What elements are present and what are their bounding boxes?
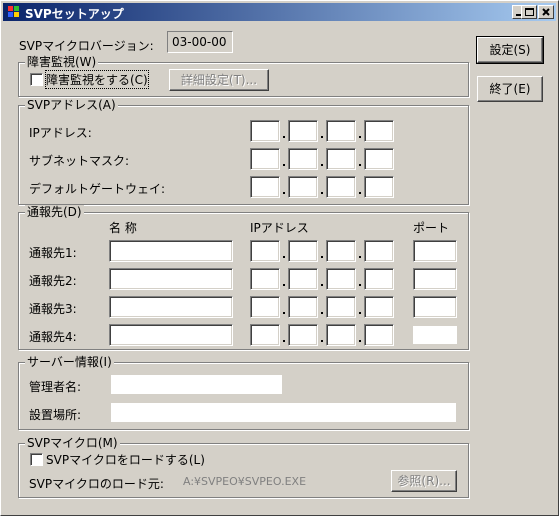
- ip-dot: [283, 284, 285, 286]
- gateway-octet-4[interactable]: [364, 176, 394, 198]
- destination-2-ip-octet-1[interactable]: [250, 268, 280, 290]
- destination-2-port-input[interactable]: [413, 268, 457, 290]
- gateway-dot: [321, 192, 323, 194]
- maximize-icon: [525, 8, 534, 16]
- admin-name-label: 管理者名:: [29, 380, 82, 394]
- svp-micro-legend: SVPマイクロ(M): [25, 436, 120, 450]
- col-port-header: ポート: [413, 221, 450, 235]
- monitoring-legend: 障害監視(W): [25, 55, 99, 69]
- destination-4-ip-octet-4[interactable]: [364, 324, 394, 346]
- server-info-legend: サーバー情報(I): [25, 355, 114, 369]
- destination-4-ip-octet-1[interactable]: [250, 324, 280, 346]
- destination-3-ip-octet-2[interactable]: [288, 296, 318, 318]
- destination-4-ip-octet-2[interactable]: [288, 324, 318, 346]
- destination-3-label: 通報先3:: [29, 302, 77, 316]
- ip-address-label: IPアドレス:: [29, 126, 92, 140]
- subnet-octet-2[interactable]: [288, 148, 318, 170]
- monitoring-checkbox[interactable]: [30, 73, 43, 86]
- window-title: SVPセットアップ: [25, 7, 124, 21]
- ip-dot: [359, 312, 361, 314]
- ip-dot: [283, 136, 285, 138]
- destination-4-ip-octet-3[interactable]: [326, 324, 356, 346]
- ip-octet-2[interactable]: [288, 120, 318, 142]
- ip-dot: [321, 284, 323, 286]
- gateway-octet-1[interactable]: [250, 176, 280, 198]
- maximize-button[interactable]: [521, 5, 537, 19]
- ip-dot: [321, 312, 323, 314]
- gateway-octet-3[interactable]: [326, 176, 356, 198]
- subnet-octet-3[interactable]: [326, 148, 356, 170]
- setup-button[interactable]: 設定(S): [476, 36, 544, 64]
- destination-4-name-input[interactable]: [109, 324, 233, 346]
- svp-setup-window: SVPセットアップ SVPマイクロバージョン: 03-00-00 設定(S) 終…: [0, 0, 559, 516]
- destination-1-ip-octet-2[interactable]: [288, 240, 318, 262]
- default-gateway-label: デフォルトゲートウェイ:: [29, 182, 166, 196]
- gateway-octet-2[interactable]: [288, 176, 318, 198]
- destination-3-port-input[interactable]: [413, 296, 457, 318]
- exit-button[interactable]: 終了(E): [477, 76, 543, 102]
- destination-1-ip-octet-1[interactable]: [250, 240, 280, 262]
- load-source-path: A:¥SVPEO¥SVPEO.EXE: [183, 475, 307, 488]
- title-bar[interactable]: SVPセットアップ: [3, 3, 556, 21]
- destination-1-port-input[interactable]: [413, 240, 457, 262]
- close-icon: [542, 8, 550, 16]
- destination-1-label: 通報先1:: [29, 246, 77, 260]
- ip-dot: [359, 340, 361, 342]
- destinations-legend: 通報先(D): [25, 205, 84, 219]
- ip-octet-3[interactable]: [326, 120, 356, 142]
- destination-2-ip-octet-4[interactable]: [364, 268, 394, 290]
- gateway-dot: [283, 192, 285, 194]
- destination-2-label: 通報先2:: [29, 274, 77, 288]
- destination-1-name-input[interactable]: [109, 240, 233, 262]
- load-micro-checkbox-label[interactable]: SVPマイクロをロードする(L): [46, 451, 205, 468]
- close-button[interactable]: [538, 5, 554, 19]
- destination-1-ip-octet-4[interactable]: [364, 240, 394, 262]
- destination-3-ip-octet-3[interactable]: [326, 296, 356, 318]
- app-icon: [8, 6, 19, 17]
- ip-dot: [359, 284, 361, 286]
- subnet-octet-1[interactable]: [250, 148, 280, 170]
- ip-dot: [283, 256, 285, 258]
- destination-3-name-input[interactable]: [109, 296, 233, 318]
- ip-dot: [321, 136, 323, 138]
- destination-2-name-input[interactable]: [109, 268, 233, 290]
- location-label: 設置場所:: [29, 408, 82, 422]
- destination-3-ip-octet-4[interactable]: [364, 296, 394, 318]
- destination-4-label: 通報先4:: [29, 330, 77, 344]
- version-value: 03-00-00: [167, 31, 233, 53]
- destination-3-ip-octet-1[interactable]: [250, 296, 280, 318]
- ip-dot: [321, 256, 323, 258]
- monitoring-checkbox-label[interactable]: 障害監視をする(C): [45, 70, 149, 89]
- subnet-dot: [359, 164, 361, 166]
- ip-octet-1[interactable]: [250, 120, 280, 142]
- location-input[interactable]: [111, 403, 456, 422]
- destination-2-ip-octet-2[interactable]: [288, 268, 318, 290]
- subnet-dot: [283, 164, 285, 166]
- svp-address-legend: SVPアドレス(A): [25, 98, 118, 112]
- subnet-octet-4[interactable]: [364, 148, 394, 170]
- col-name-header: 名 称: [109, 221, 137, 235]
- gateway-dot: [359, 192, 361, 194]
- destinations-group: [18, 212, 469, 350]
- ip-dot: [283, 312, 285, 314]
- ip-dot: [283, 340, 285, 342]
- detail-settings-button[interactable]: 詳細設定(T)...: [169, 69, 269, 91]
- ip-octet-4[interactable]: [364, 120, 394, 142]
- destination-1-ip-octet-3[interactable]: [326, 240, 356, 262]
- col-ip-header: IPアドレス: [250, 221, 309, 235]
- load-micro-checkbox[interactable]: [30, 453, 43, 466]
- ip-dot: [359, 136, 361, 138]
- admin-name-input[interactable]: [111, 375, 282, 394]
- browse-button[interactable]: 参照(R)...: [391, 470, 457, 492]
- load-source-label: SVPマイクロのロード元:: [29, 477, 164, 491]
- destination-4-port-input[interactable]: [413, 326, 457, 344]
- destination-2-ip-octet-3[interactable]: [326, 268, 356, 290]
- subnet-dot: [321, 164, 323, 166]
- ip-dot: [321, 340, 323, 342]
- subnet-mask-label: サブネットマスク:: [29, 154, 130, 168]
- ip-dot: [359, 256, 361, 258]
- version-label: SVPマイクロバージョン:: [19, 39, 154, 53]
